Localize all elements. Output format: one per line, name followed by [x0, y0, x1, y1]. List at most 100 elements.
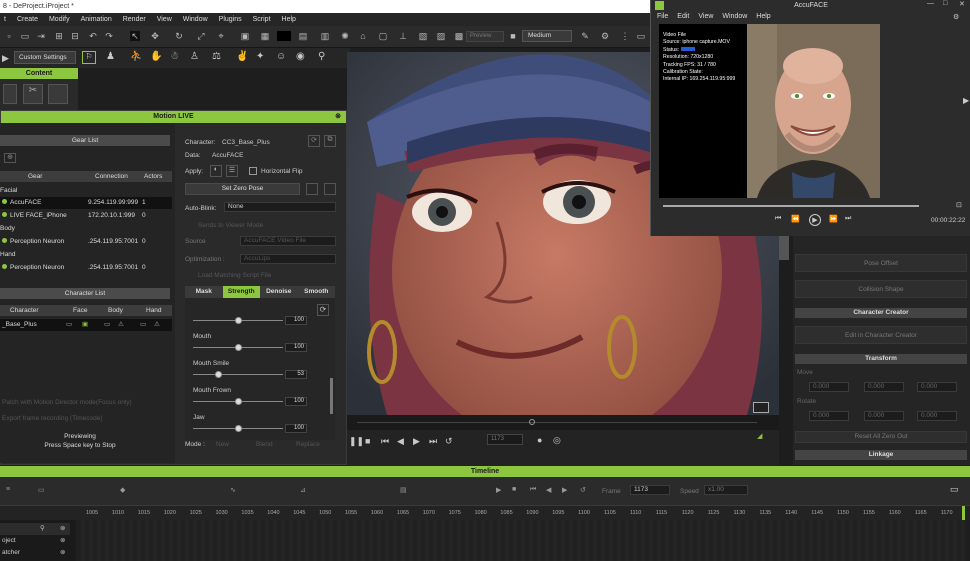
gear-row[interactable]: Perception Neuron .254.119.95:7001 0	[0, 236, 172, 248]
move-icon[interactable]: ✥	[150, 31, 160, 41]
tab-smooth[interactable]: Smooth	[298, 286, 336, 298]
rotate-icon[interactable]: ↻	[174, 31, 184, 41]
render-icon[interactable]: ▩	[454, 31, 464, 41]
gear-row[interactable]: Perception Neuron .254.119.95:7001 0	[0, 262, 172, 274]
tab-denoise[interactable]: Denoise	[260, 286, 298, 298]
character-row[interactable]: _Base_Plus ▭ ▣ ▭ ⚠ ▭ ⚠	[0, 319, 172, 331]
slider-value[interactable]: 100	[285, 424, 307, 433]
chat-icon[interactable]	[753, 402, 769, 413]
slider-value[interactable]: 100	[285, 397, 307, 406]
scrub-knob[interactable]	[529, 419, 535, 425]
af-first-icon[interactable]: ⏮	[775, 215, 781, 223]
save-icon[interactable]: ⇥	[36, 31, 46, 41]
shade-icon[interactable]: ▨	[436, 31, 446, 41]
tl-next-icon[interactable]: ▶	[562, 486, 567, 494]
slider-knob[interactable]	[235, 398, 242, 405]
rotate-z-field[interactable]: 0.000	[917, 411, 957, 421]
tl-speed-field[interactable]: x1.00	[704, 485, 748, 495]
track-row[interactable]: atcher ⊗	[0, 547, 70, 559]
linkage-header[interactable]: Linkage	[795, 450, 967, 460]
hand-device-icon[interactable]: ▭	[140, 319, 146, 331]
layer-icon[interactable]: ▤	[400, 486, 407, 494]
af-rewind-icon[interactable]: ⏪	[791, 215, 800, 223]
bones-icon[interactable]: ⚲	[318, 51, 325, 62]
menu-item-script[interactable]: Script	[253, 13, 271, 26]
hand-icon[interactable]: ✋	[150, 51, 162, 62]
axis-icon[interactable]: ⊥	[398, 31, 408, 41]
face-key-icon[interactable]: ☺	[276, 51, 286, 62]
slider-track[interactable]	[193, 317, 283, 324]
mode-option-new[interactable]: New	[216, 441, 229, 448]
menu-item-plugins[interactable]: Plugins	[219, 13, 242, 26]
tl-loop-icon[interactable]: ↺	[580, 486, 586, 494]
wire-icon[interactable]: ▧	[418, 31, 428, 41]
key-icon[interactable]: ◆	[120, 486, 125, 494]
add-gear-icon[interactable]: ⊕	[4, 153, 16, 163]
redo-icon[interactable]: ↷	[104, 31, 114, 41]
auto-blink-dropdown[interactable]: None	[224, 202, 336, 212]
content-thumb-1[interactable]	[3, 84, 17, 104]
rotate-x-field[interactable]: 0.000	[809, 411, 849, 421]
prev-frame-icon[interactable]: ◀	[397, 436, 404, 447]
layout-icon[interactable]: ▤	[298, 31, 308, 41]
custom-settings-dropdown[interactable]: Custom Settings	[14, 51, 76, 64]
mode-option-replace[interactable]: Replace	[296, 441, 320, 448]
menu-item-file[interactable]: t	[4, 13, 6, 26]
af-settings-icon[interactable]: ⚙	[953, 13, 959, 21]
af-forward-icon[interactable]: ⏩	[829, 215, 838, 223]
track-row[interactable]: ⚲ ⊗	[0, 523, 70, 535]
pose-icon-a[interactable]	[306, 183, 318, 195]
first-frame-icon[interactable]: ⏮	[381, 436, 389, 447]
apply-list-icon[interactable]: ☰	[226, 165, 238, 177]
menu-item-view[interactable]: View	[157, 13, 172, 26]
character-creator-header[interactable]: Character Creator	[795, 308, 967, 318]
apply-face-icon[interactable]: ◐	[210, 165, 222, 177]
home-icon[interactable]: ⌂	[358, 31, 368, 41]
edit-in-cc-button[interactable]: Edit in Character Creator	[795, 326, 967, 344]
slider-track[interactable]	[193, 425, 283, 432]
tab-mask[interactable]: Mask	[185, 286, 223, 298]
gear-group-body[interactable]: Body	[0, 223, 172, 235]
body-device-icon[interactable]: ▭	[104, 319, 110, 331]
filter-icon[interactable]: ⊿	[300, 486, 306, 494]
body-warning-icon[interactable]: ⚠	[118, 319, 124, 331]
select-icon[interactable]: ↖	[130, 31, 140, 41]
export-icon[interactable]: ⊟	[70, 31, 80, 41]
slider-knob[interactable]	[215, 371, 223, 378]
af-menu-view[interactable]: View	[698, 11, 713, 23]
content-thumb-3[interactable]	[48, 84, 68, 104]
viewport-frame-field[interactable]: 1173	[487, 434, 523, 445]
slider-knob[interactable]	[235, 344, 242, 351]
af-menu-window[interactable]: Window	[722, 11, 747, 23]
edit-icon[interactable]: ✎	[580, 31, 590, 41]
pose-icon[interactable]: ☃	[170, 51, 179, 62]
move-y-field[interactable]: 0.000	[864, 382, 904, 392]
light-icon[interactable]: ✺	[340, 31, 350, 41]
menu-item-window[interactable]: Window	[183, 13, 208, 26]
view-icon[interactable]: ▥	[320, 31, 330, 41]
rotate-y-field[interactable]: 0.000	[864, 411, 904, 421]
lips-icon[interactable]: ◉	[296, 51, 305, 62]
optimization-dropdown[interactable]: AccuLips	[240, 254, 336, 264]
menu-item-animation[interactable]: Animation	[81, 13, 112, 26]
tab-strength[interactable]: Strength	[222, 286, 260, 298]
split-icon[interactable]: ⋮	[620, 31, 630, 41]
menu-item-render[interactable]: Render	[123, 13, 146, 26]
snap-icon[interactable]: ⌖	[216, 31, 226, 41]
open-icon[interactable]: ▭	[20, 31, 30, 41]
transform-header[interactable]: Transform	[795, 354, 967, 364]
track-close-icon[interactable]: ⊗	[60, 535, 65, 547]
fullscreen-icon[interactable]: ⊡	[956, 201, 962, 209]
figure-icon[interactable]: ♙	[190, 51, 199, 62]
viewport-scrub[interactable]	[347, 415, 779, 430]
slider-track[interactable]	[193, 398, 283, 405]
menu-item-create[interactable]: Create	[17, 13, 38, 26]
camera-icon[interactable]: ▣	[240, 31, 250, 41]
reset-all-button[interactable]: Reset All Zero Out	[795, 431, 967, 443]
playhead[interactable]	[962, 506, 965, 521]
track-icon-2[interactable]: ▭	[38, 486, 45, 494]
monitor-icon[interactable]: ▭	[636, 31, 646, 41]
af-arrow-icon[interactable]: ▶	[963, 96, 969, 105]
tl-play-icon[interactable]: ▶	[496, 486, 501, 494]
close-icon[interactable]: ⊗	[335, 111, 341, 123]
